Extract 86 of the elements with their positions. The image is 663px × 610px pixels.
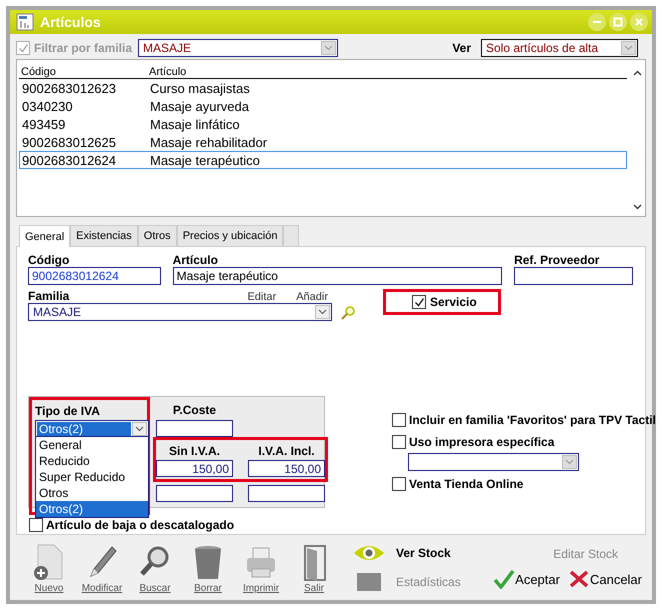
- table-cell-text: 9002683012623: [21, 80, 117, 96]
- discontinued-checkbox[interactable]: [29, 518, 43, 532]
- table-cell-text: 0340230: [21, 98, 74, 114]
- cancel-button[interactable]: Cancelar: [568, 569, 642, 589]
- new-button[interactable]: Nuevo: [24, 543, 74, 594]
- window-title: Artículos: [40, 14, 102, 30]
- price-field[interactable]: 150,00: [248, 460, 325, 477]
- table-row[interactable]: 9002683012625 Masaje rehabilitador: [19, 133, 627, 151]
- dropdown-option[interactable]: Otros: [36, 485, 148, 501]
- option-checkbox[interactable]: [392, 477, 406, 491]
- column-header[interactable]: Artículo: [149, 66, 627, 78]
- price-header: Sin I.V.A.: [168, 444, 221, 458]
- printer-dropdown[interactable]: [408, 453, 579, 471]
- caret-icon: [135, 426, 144, 432]
- table-row[interactable]: 493459 Masaje linfático: [19, 115, 627, 133]
- print-button[interactable]: Imprimir: [236, 543, 286, 594]
- option-label: Uso impresora específica: [409, 435, 554, 449]
- vat-type-label: Tipo de IVA: [35, 404, 100, 418]
- option-checkbox[interactable]: [392, 435, 406, 449]
- check-icon: [493, 569, 516, 589]
- supplier-ref-label: Ref. Proveedor: [514, 253, 600, 267]
- search-button[interactable]: Buscar: [130, 543, 180, 594]
- option-label: Incluir en familia 'Favoritos' para TPV Tactil: [409, 413, 656, 427]
- service-checkbox[interactable]: [412, 295, 426, 309]
- vat-type-dropdown[interactable]: Otros(2): [35, 420, 149, 437]
- table-cell-text: Curso masajistas: [150, 80, 251, 96]
- code-label: Código: [28, 253, 70, 267]
- dropdown-option[interactable]: Super Reducido: [36, 469, 148, 485]
- supplier-ref-field[interactable]: [514, 267, 633, 285]
- add-link[interactable]: Añadir: [296, 291, 328, 303]
- table-cell-text: 9002683012624: [21, 152, 117, 168]
- caret-icon: [565, 459, 574, 465]
- service-label: Servicio: [430, 295, 477, 309]
- cross-icon: [568, 569, 590, 589]
- price-field[interactable]: 150,00: [156, 460, 233, 477]
- cost-field[interactable]: [156, 420, 233, 437]
- scroll-up-icon[interactable]: [632, 70, 642, 76]
- table-row[interactable]: 0340230 Masaje ayurveda: [19, 97, 627, 115]
- delete-button[interactable]: Borrar: [183, 543, 233, 594]
- view-dropdown[interactable]: Solo artículos de alta: [481, 39, 638, 57]
- search-icon[interactable]: [340, 305, 356, 321]
- code-field[interactable]: 9002683012624: [28, 267, 161, 285]
- option-checkbox[interactable]: [392, 413, 406, 427]
- discontinued-label: Artículo de baja o descatalogado: [46, 518, 234, 532]
- price-field[interactable]: [248, 485, 325, 502]
- table-cell-text: 9002683012625: [21, 134, 117, 150]
- document-icon: [16, 13, 34, 31]
- caret-icon: [624, 45, 633, 51]
- dropdown-option[interactable]: Otros(2): [36, 501, 148, 517]
- edit-link[interactable]: Editar: [247, 291, 276, 303]
- filter-label: Filtrar por familia: [34, 41, 132, 55]
- exit-button[interactable]: Salir: [289, 543, 339, 594]
- tab[interactable]: General: [19, 225, 70, 247]
- maximize-icon: [613, 17, 623, 27]
- price-field[interactable]: [156, 485, 233, 502]
- table-cell-text: Masaje rehabilitador: [150, 134, 268, 150]
- table-cell-text: Masaje ayurveda: [150, 98, 250, 114]
- table-cell-text: 493459: [21, 116, 66, 132]
- tab[interactable]: Existencias: [70, 225, 138, 246]
- family-dropdown[interactable]: MASAJE: [28, 303, 332, 321]
- article-label: Artículo: [172, 253, 219, 267]
- tab[interactable]: Precios y ubicación: [176, 225, 284, 246]
- dropdown-option[interactable]: Reducido: [36, 453, 148, 469]
- eye-icon: [352, 543, 386, 563]
- table-row[interactable]: 9002683012624 Masaje terapéutico: [19, 151, 627, 169]
- scroll-down-icon[interactable]: [632, 204, 642, 210]
- view-label: Ver: [452, 41, 471, 55]
- table-row[interactable]: 9002683012623 Curso masajistas: [19, 79, 627, 97]
- dropdown-option[interactable]: General: [36, 437, 148, 453]
- article-field[interactable]: Masaje terapéutico: [172, 267, 502, 285]
- cost-label: P.Coste: [172, 403, 218, 417]
- price-header: I.V.A. Incl.: [257, 444, 316, 458]
- dropdown-value: Otros(2): [37, 422, 131, 436]
- statistics-icon: [357, 573, 381, 591]
- edit-button[interactable]: Modificar: [77, 543, 127, 594]
- caret-icon: [324, 45, 334, 51]
- option-label: Venta Tienda Online: [409, 477, 524, 491]
- view-stock-button[interactable]: Ver Stock: [396, 546, 451, 560]
- table-cell-text: Masaje linfático: [150, 116, 241, 132]
- accept-button[interactable]: Aceptar: [493, 569, 560, 589]
- family-label: Familia: [28, 289, 70, 303]
- tab[interactable]: Otros: [138, 225, 177, 246]
- column-header[interactable]: Código: [19, 66, 149, 78]
- caret-icon: [318, 309, 327, 315]
- table-cell-text: Masaje terapéutico: [150, 152, 261, 168]
- close-icon: [634, 17, 644, 27]
